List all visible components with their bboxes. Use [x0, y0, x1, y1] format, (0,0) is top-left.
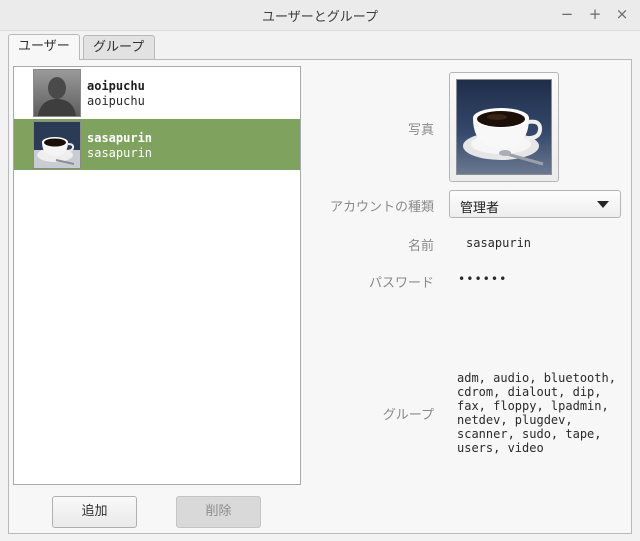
maximize-icon[interactable]: +: [585, 4, 605, 24]
coffee-cup-photo-icon: [456, 79, 552, 175]
name-label: 名前: [407, 239, 434, 254]
name-value[interactable]: sasapurin: [466, 236, 531, 250]
tab-users[interactable]: ユーザー: [8, 34, 80, 60]
groups-label: グループ: [382, 408, 434, 423]
password-value[interactable]: ••••••: [458, 272, 507, 286]
close-icon[interactable]: ×: [612, 4, 632, 24]
users-and-groups-window: ユーザーとグループ − + × ユーザー グループ aoipuchu aoipu…: [0, 0, 640, 541]
delete-user-button[interactable]: 削除: [176, 496, 261, 528]
account-type-dropdown[interactable]: 管理者: [449, 190, 621, 218]
user-display-name: aoipuchu: [87, 79, 145, 93]
groups-value[interactable]: adm, audio, bluetooth, cdrom, dialout, d…: [457, 371, 627, 455]
tab-groups[interactable]: グループ: [83, 35, 155, 59]
photo-button[interactable]: [449, 72, 559, 182]
account-type-label: アカウントの種類: [329, 200, 434, 215]
password-label: パスワード: [368, 276, 434, 291]
title-bar[interactable]: ユーザーとグループ − + ×: [0, 0, 640, 31]
add-user-button[interactable]: 追加: [52, 496, 137, 528]
account-type-value: 管理者: [460, 201, 500, 216]
user-display-name: sasapurin: [87, 131, 153, 145]
coffee-cup-photo-icon: [33, 121, 81, 169]
window-title: ユーザーとグループ: [262, 10, 378, 25]
user-row-sasapurin[interactable]: sasapurin sasapurin: [14, 119, 300, 170]
photo-label: 写真: [407, 123, 434, 138]
default-person-icon: [33, 69, 81, 117]
user-list[interactable]: aoipuchu aoipuchu sasapurin sasapurin: [13, 66, 301, 485]
user-row-aoipuchu[interactable]: aoipuchu aoipuchu: [14, 67, 300, 118]
user-login-name: aoipuchu: [87, 94, 145, 108]
chevron-down-icon: [597, 201, 609, 208]
minimize-icon[interactable]: −: [557, 4, 577, 24]
user-login-name: sasapurin: [87, 146, 153, 160]
